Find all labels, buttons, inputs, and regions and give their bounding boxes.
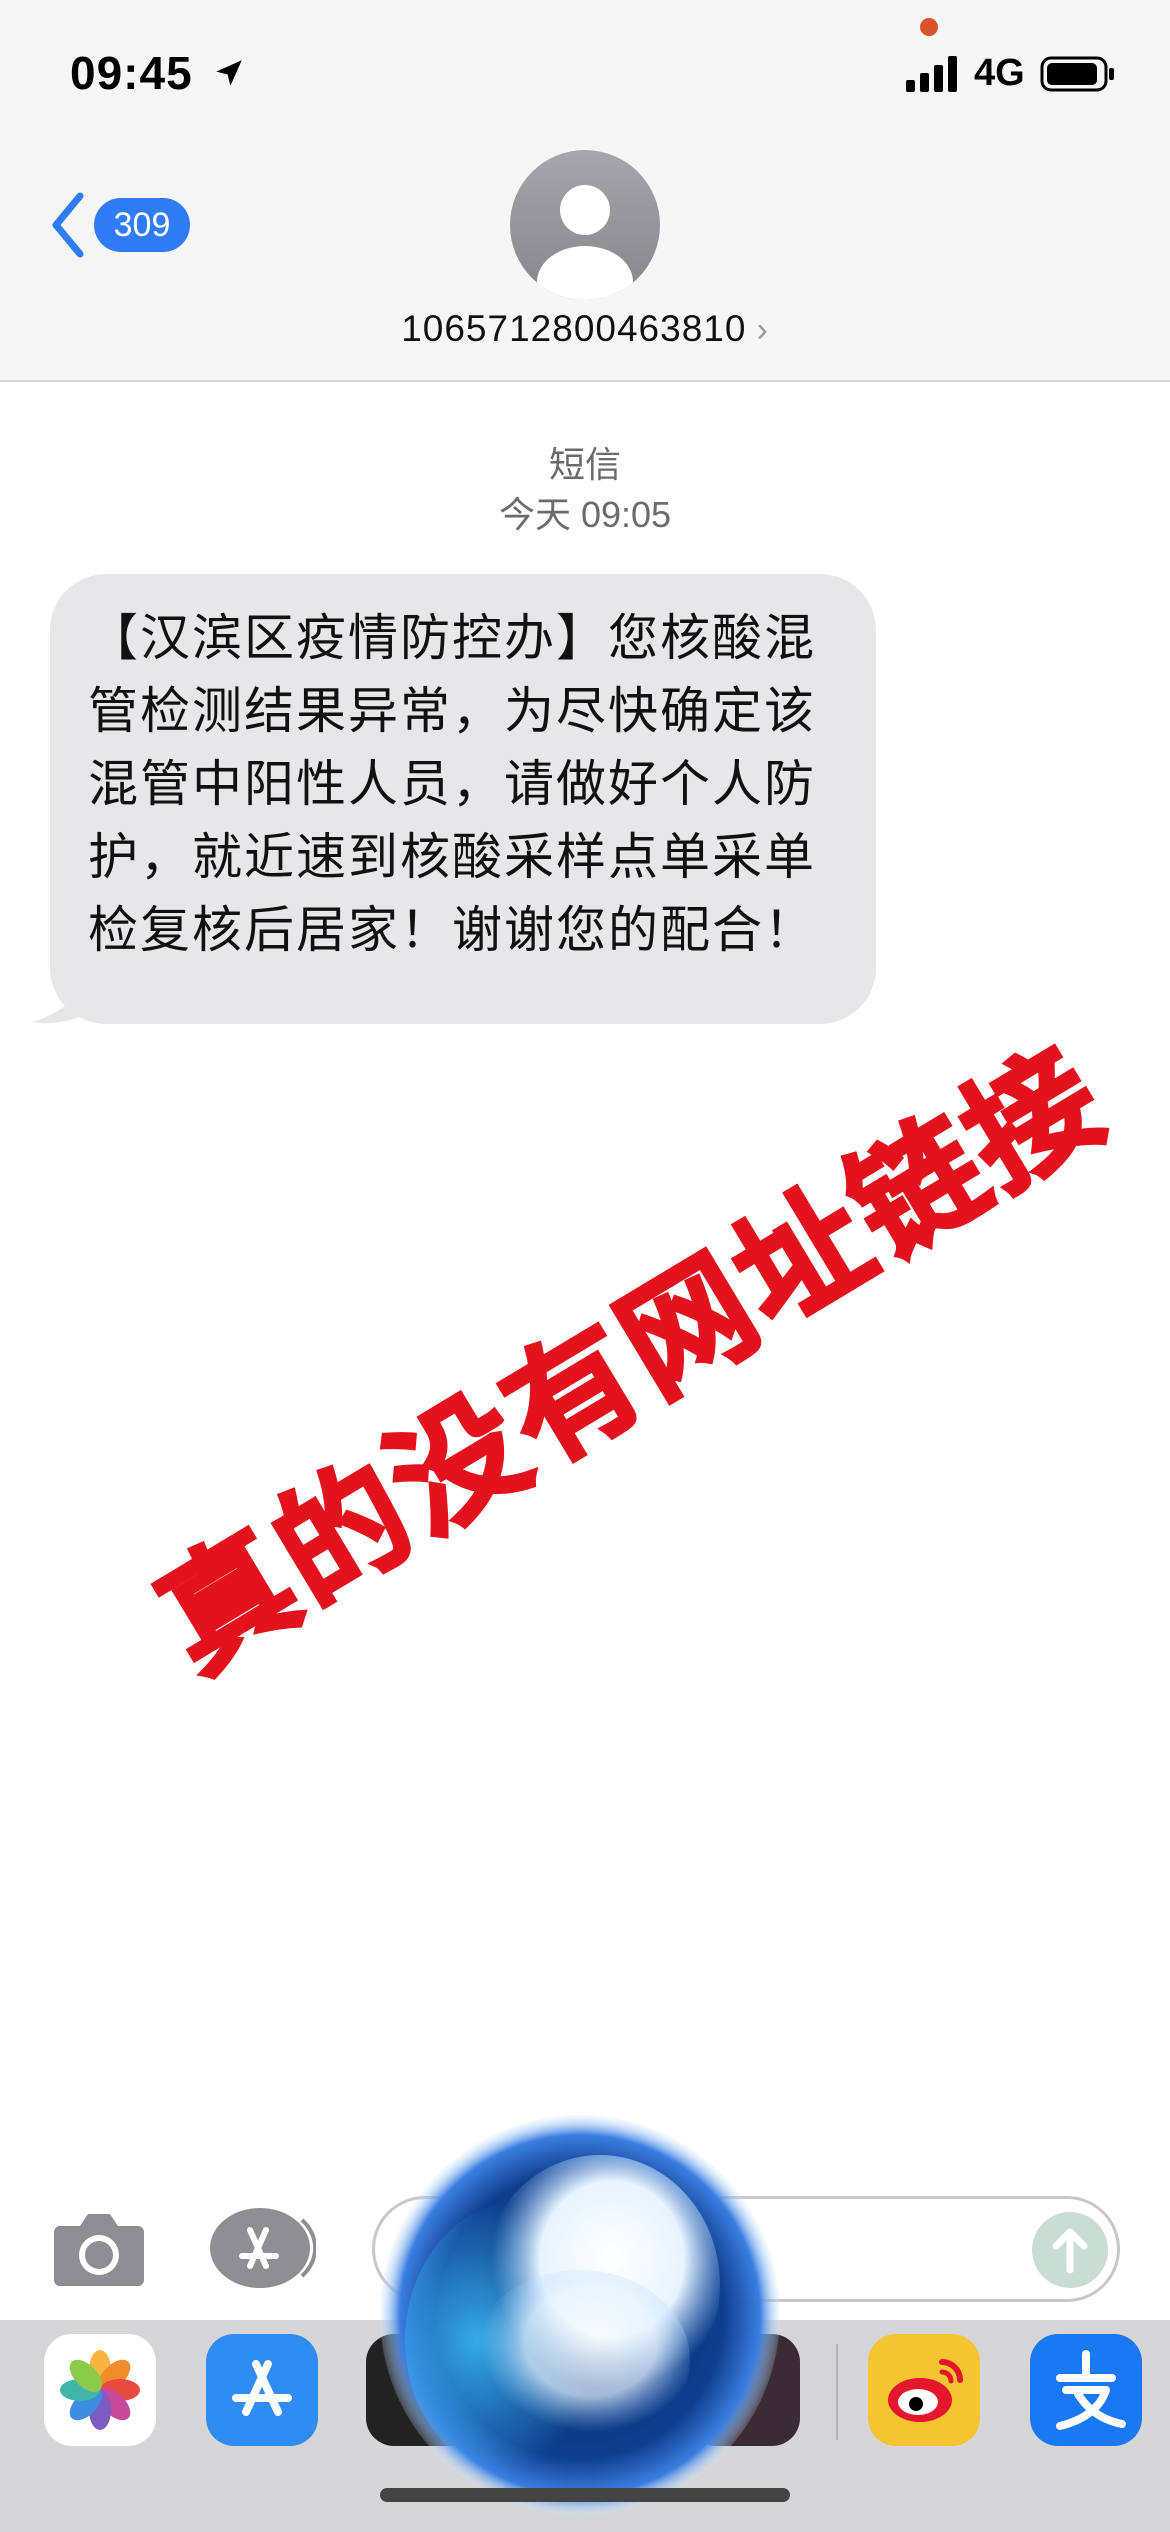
chevron-left-icon[interactable] <box>48 190 88 260</box>
service-label: 短信 <box>548 444 621 485</box>
app-store-icon[interactable] <box>210 2208 316 2288</box>
recording-indicator <box>920 18 938 36</box>
signal-icon <box>906 56 957 92</box>
contact-number-text: 1065712800463810 <box>401 308 747 349</box>
home-indicator <box>380 2488 790 2502</box>
overlay-annotation: 真的没有网址链接 <box>134 1018 1134 1702</box>
camera-icon[interactable] <box>52 2210 146 2288</box>
siri-icon[interactable] <box>375 2110 785 2520</box>
network-type: 4G <box>974 52 1025 94</box>
app-store-app-icon[interactable] <box>206 2334 318 2446</box>
contact-number[interactable]: 1065712800463810 › <box>0 308 1170 350</box>
location-arrow-icon <box>216 60 242 86</box>
alipay-icon <box>1056 2350 1126 2430</box>
send-arrow-icon[interactable] <box>1030 2210 1110 2290</box>
chevron-right-icon: › <box>756 311 769 349</box>
navigation-header: 09:45 4G 309 1065712800463810 › <box>0 0 1170 382</box>
battery-icon <box>1040 56 1114 92</box>
weibo-icon <box>888 2359 963 2422</box>
avatar-icon[interactable] <box>510 150 660 300</box>
back-unread-badge[interactable]: 309 <box>94 198 190 252</box>
weibo-app-icon[interactable] <box>868 2334 980 2446</box>
dock-divider <box>836 2344 838 2440</box>
status-time: 09:45 <box>70 47 193 99</box>
message-bubble[interactable]: 【汉滨区疫情防控办】您核酸混管检测结果异常，为尽快确定该混管中阳性人员，请做好个… <box>50 574 876 1024</box>
photos-icon <box>60 2350 140 2430</box>
alipay-app-icon[interactable] <box>1030 2334 1142 2446</box>
app-store-glyph-icon <box>232 2360 292 2416</box>
message-timestamp: 今天 09:05 <box>498 494 672 535</box>
photos-app-icon[interactable] <box>44 2334 156 2446</box>
